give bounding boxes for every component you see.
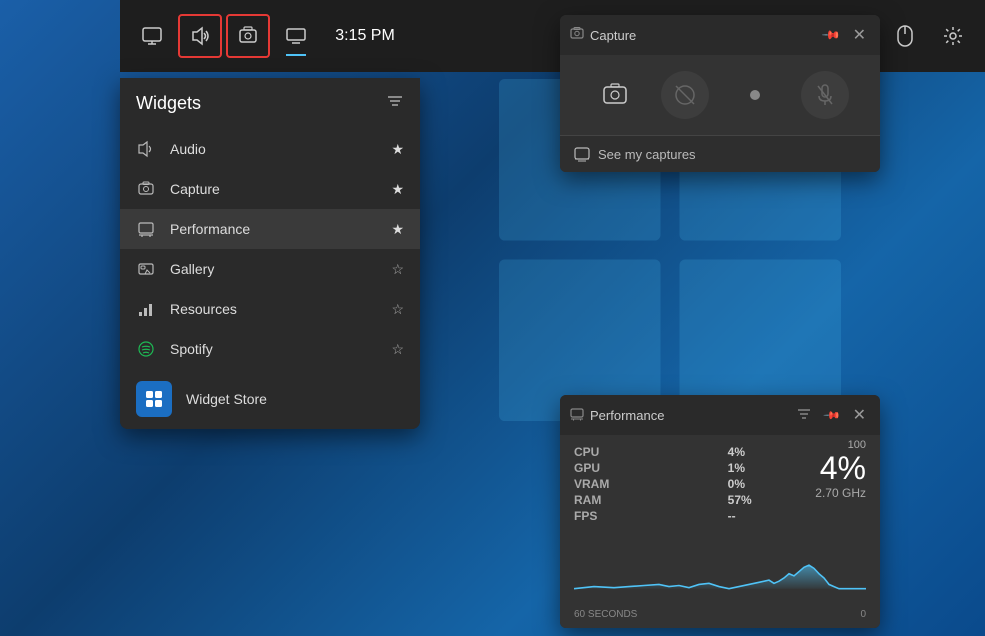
cpu-label: CPU [574,445,724,459]
fps-value: -- [728,509,866,523]
spotify-star[interactable]: ☆ [391,341,404,358]
see-captures-label: See my captures [598,147,696,162]
performance-title-text: Performance [590,408,793,423]
performance-star[interactable]: ★ [391,221,404,238]
widget-store-item[interactable]: Widget Store [120,369,420,429]
performance-title-bar: Performance 📌 ✕ [560,395,880,435]
capture-star[interactable]: ★ [391,181,404,198]
capture-title-bar: Capture 📌 ✕ [560,15,880,55]
widgets-title: Widgets [136,93,201,114]
capture-footer: See my captures [560,135,880,172]
performance-title-actions: 📌 ✕ [793,403,870,427]
widget-item-gallery[interactable]: Gallery ☆ [120,249,420,289]
settings-taskbar-icon[interactable] [931,14,975,58]
capture-title-actions: 📌 ✕ [820,23,870,47]
perf-big-value: 4% [815,451,866,486]
mouse-taskbar-icon[interactable] [883,14,927,58]
taskbar-time: 3:15 PM [330,27,400,45]
fps-label: FPS [574,509,724,523]
performance-pin-icon[interactable]: 📌 [818,401,845,428]
screenshot-button[interactable] [591,71,639,119]
capture-item-label: Capture [170,181,377,197]
audio-item-icon [136,139,156,159]
perf-frequency: 2.70 GHz [815,486,866,500]
gallery-item-label: Gallery [170,261,377,277]
performance-item-icon [136,219,156,239]
widget-item-capture[interactable]: Capture ★ [120,169,420,209]
widgets-header: Widgets [120,78,420,129]
gallery-item-icon [136,259,156,279]
capture-pin-icon[interactable]: 📌 [817,21,846,50]
ram-label: RAM [574,493,724,507]
capture-close-icon[interactable]: ✕ [849,23,870,47]
performance-chart-footer: 60 SECONDS 0 [560,609,880,628]
see-captures-link[interactable]: See my captures [574,146,866,162]
performance-content: CPU 4% GPU 1% VRAM 0% RAM 57% FPS -- 100… [560,435,880,529]
performance-settings-icon[interactable] [793,405,815,426]
widget-store-icon [136,381,172,417]
monitor-taskbar-icon[interactable] [130,14,174,58]
gpu-label: GPU [574,461,724,475]
capture-title-icon [570,27,584,44]
widget-item-performance[interactable]: Performance ★ [120,209,420,249]
widgets-panel: Widgets Audio ★ Capture [120,78,420,429]
resources-item-icon [136,299,156,319]
chart-time-label: 60 SECONDS [574,609,637,620]
audio-star[interactable]: ★ [391,141,404,158]
resources-star[interactable]: ☆ [391,301,404,318]
performance-widget: Performance 📌 ✕ CPU 4% GPU 1% VRAM 0% RA… [560,395,880,628]
capture-buttons-row [560,55,880,135]
perf-big-area: 100 4% 2.70 GHz [815,439,866,500]
filter-icon[interactable] [386,92,404,115]
spotify-item-icon [136,339,156,359]
resources-item-label: Resources [170,301,377,317]
widget-item-audio[interactable]: Audio ★ [120,129,420,169]
widget-store-label: Widget Store [186,391,267,407]
capture-widget: Capture 📌 ✕ [560,15,880,172]
mic-button[interactable] [801,71,849,119]
chart-min-label: 0 [860,609,866,620]
capture-taskbar-icon[interactable] [226,14,270,58]
capture-title-text: Capture [590,28,820,43]
stream-button[interactable] [731,71,779,119]
audio-item-label: Audio [170,141,377,157]
performance-title-icon [570,407,584,424]
capture-item-icon [136,179,156,199]
audio-taskbar-icon[interactable] [178,14,222,58]
performance-close-icon[interactable]: ✕ [849,403,870,427]
spotify-item-label: Spotify [170,341,377,357]
widget-item-spotify[interactable]: Spotify ☆ [120,329,420,369]
record-button[interactable] [661,71,709,119]
performance-item-label: Performance [170,221,377,237]
gallery-star[interactable]: ☆ [391,261,404,278]
vram-label: VRAM [574,477,724,491]
display-taskbar-icon[interactable] [274,14,318,58]
widget-item-resources[interactable]: Resources ☆ [120,289,420,329]
performance-chart [560,529,880,609]
